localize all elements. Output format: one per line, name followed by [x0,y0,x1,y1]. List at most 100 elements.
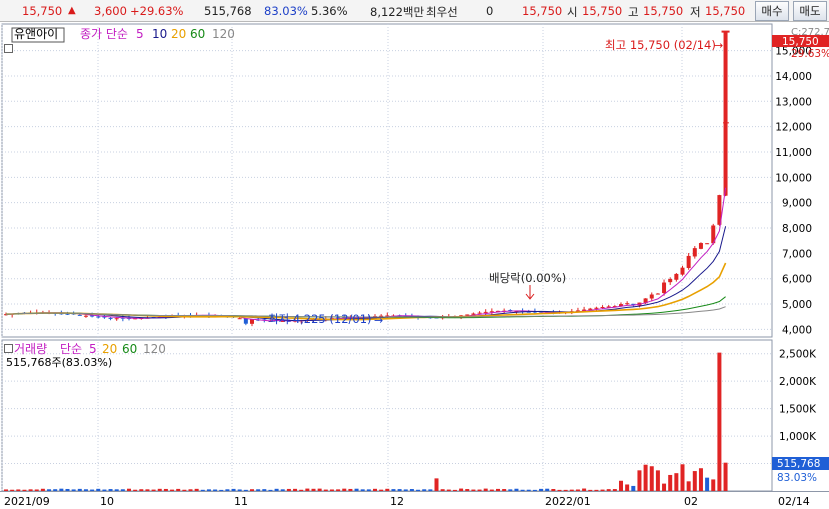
volume-bar [465,489,470,491]
volume-bar [379,489,384,491]
volume-bar [483,488,488,491]
volume-bar [274,488,279,491]
candle-body [250,319,254,324]
stock-chart[interactable]: 15,00014,00013,00012,00011,00010,0009,00… [0,23,829,509]
price-panel-checkbox[interactable] [4,44,13,53]
volume-bar [403,489,408,491]
price-panel[interactable] [1,23,773,338]
candle-body [655,293,660,295]
price-tick-label: 14,000 [775,71,812,83]
vol-ma-120: 120 [143,342,166,356]
price-legend: 유앤아이 종가 단순 5 10 20 60 120 [14,27,235,41]
volume-bar [83,489,88,491]
prefer-value: 0 [486,4,494,18]
ma-label: 종가 단순 [80,27,128,41]
high-price: 15,750 [643,4,684,18]
candle-body [625,303,630,305]
volume-bar [717,352,722,491]
open-label: 시 [567,5,578,19]
volume-bar [188,489,193,491]
volume-bar [680,464,685,491]
volume-bar [354,488,359,491]
candle-body [237,318,242,320]
price-tick-label: 8,000 [782,223,812,235]
price-tick-label: 11,000 [775,147,812,159]
low-label: 저 [690,5,701,19]
volume-bar [4,489,8,491]
volume-bar [336,489,341,491]
volume-bar [342,488,347,491]
candle-body [483,311,488,313]
candle-body [723,31,728,196]
volume-summary: 515,768주(83.03%) [6,356,112,369]
candle-body [662,282,667,294]
volume-bar [53,489,58,491]
volume-bar [526,489,531,491]
volume-bar [508,489,513,491]
volume-bar [477,489,482,491]
volume-bar [139,489,144,491]
volume-title: 거래량 [14,342,47,356]
low-annotation: 최저 4,225 (12/01) [268,312,372,326]
volume-bar [47,489,52,491]
ask-price: 15,750 [522,4,563,18]
price-badge-text: 15,750 [782,36,819,48]
volume-bar [206,489,211,491]
volume-bar [698,468,703,491]
volume-bar [262,489,267,491]
volume-bar [96,488,101,491]
low-arrow-icon: → [374,314,383,327]
volume-bar [250,489,254,491]
buy-button[interactable]: 매수 [755,1,789,21]
volume-bar [600,489,605,491]
volume-panel[interactable] [1,339,773,492]
volume-value: 515,768 [204,4,252,18]
stock-name: 유앤아이 [14,27,58,41]
volume-bar [575,489,580,491]
change-percent: +29.63% [130,4,184,18]
volume-bar [176,488,181,491]
sell-button[interactable]: 매도 [793,1,827,21]
volume-bar [594,489,599,491]
volume-bar [416,489,421,491]
price-tick-label: 5,000 [782,299,812,311]
volume-bar [643,464,648,491]
volume-bar [471,489,476,491]
volume-bar [348,488,353,491]
volume-bar [723,462,728,491]
volume-bar [649,466,654,491]
date-label: 2021/09 [4,495,50,508]
price-tick-label: 13,000 [775,96,812,108]
volume-bar [631,485,636,491]
volume-bar [551,489,556,491]
volume-bar [637,470,642,491]
candle-body [649,294,654,299]
volume-bar [489,489,494,491]
ma-5: 5 [136,27,144,41]
volume-bar [397,489,402,491]
candle-body [692,248,697,257]
volume-bar [520,489,525,491]
volume-tick-label: 2,000K [779,376,817,388]
volume-bar [182,489,187,491]
date-label: 12 [390,495,404,508]
volume-bar [28,489,33,491]
volume-pct-text: 83.03% [777,472,817,484]
volume-bar [133,489,138,491]
current-price: 15,750 [22,4,63,18]
volume-bar [299,489,304,491]
volume-bar [662,483,667,491]
volume-bar [705,477,710,491]
volume-bar [163,488,168,491]
volume-bar [674,473,679,491]
volume-bar [170,489,175,491]
turnover-percent: 5.36% [311,4,348,18]
volume-bar [280,489,285,491]
volume-panel-checkbox[interactable] [4,344,13,353]
prefer-label: 최우선 [426,5,458,19]
volume-bar [213,489,218,491]
dividend-annotation: 배당락(0.00%) [489,271,566,285]
volume-bar [532,489,537,491]
candle-body [705,243,710,245]
volume-bar [446,489,451,491]
